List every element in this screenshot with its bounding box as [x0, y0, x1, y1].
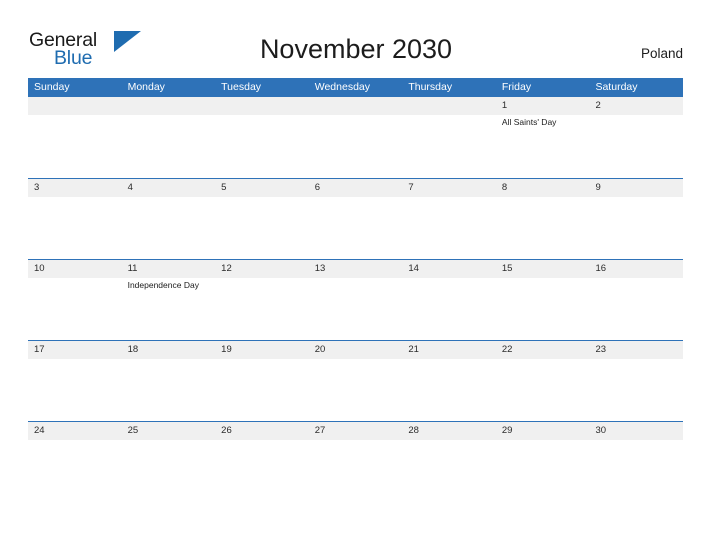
day-cell[interactable] — [589, 197, 683, 258]
day-number[interactable] — [215, 97, 309, 115]
day-cell[interactable] — [402, 115, 496, 176]
page-title: November 2030 — [259, 34, 453, 64]
day-cell[interactable] — [122, 197, 216, 258]
day-number[interactable]: 19 — [215, 341, 309, 359]
week-date-numbers: 3 4 5 6 7 8 9 — [28, 179, 683, 197]
day-number[interactable]: 23 — [589, 341, 683, 359]
day-cell[interactable] — [215, 197, 309, 258]
day-number[interactable]: 14 — [402, 260, 496, 278]
day-cell[interactable] — [122, 440, 216, 501]
calendar-grid: Sunday Monday Tuesday Wednesday Thursday… — [28, 78, 683, 502]
week-day-contents — [28, 440, 683, 501]
day-cell[interactable] — [28, 278, 122, 339]
day-cell[interactable] — [309, 278, 403, 339]
day-header-tuesday: Tuesday — [221, 81, 262, 93]
day-number[interactable] — [309, 97, 403, 115]
day-header-friday: Friday — [501, 81, 532, 93]
day-cell[interactable] — [28, 440, 122, 501]
day-cell[interactable] — [496, 197, 590, 258]
week-date-numbers: 17 18 19 20 21 22 23 — [28, 341, 683, 359]
day-number[interactable]: 12 — [215, 260, 309, 278]
day-number[interactable]: 22 — [496, 341, 590, 359]
day-cell-event[interactable]: Independence Day — [122, 278, 216, 339]
day-number[interactable]: 18 — [122, 341, 216, 359]
day-cell[interactable] — [215, 115, 309, 176]
day-cell[interactable] — [122, 359, 216, 420]
day-number[interactable]: 2 — [589, 97, 683, 115]
week-row: 3 4 5 6 7 8 9 — [28, 178, 683, 259]
region-label: Poland — [640, 46, 683, 61]
day-number[interactable]: 21 — [402, 341, 496, 359]
day-cell[interactable] — [402, 197, 496, 258]
day-cell-event[interactable]: All Saints' Day — [496, 115, 590, 176]
week-day-contents: All Saints' Day — [28, 115, 683, 176]
week-date-numbers: 24 25 26 27 28 29 30 — [28, 422, 683, 440]
day-cell[interactable] — [28, 359, 122, 420]
day-number[interactable]: 30 — [589, 422, 683, 440]
day-cell[interactable] — [215, 359, 309, 420]
week-date-numbers: 1 2 — [28, 97, 683, 115]
day-number[interactable]: 10 — [28, 260, 122, 278]
day-number[interactable]: 17 — [28, 341, 122, 359]
day-number[interactable]: 25 — [122, 422, 216, 440]
day-number[interactable]: 16 — [589, 260, 683, 278]
day-cell[interactable] — [589, 115, 683, 176]
day-number[interactable]: 8 — [496, 179, 590, 197]
week-date-numbers: 10 11 12 13 14 15 16 — [28, 260, 683, 278]
day-cell[interactable] — [589, 359, 683, 420]
week-row: 17 18 19 20 21 22 23 — [28, 340, 683, 421]
day-header-monday: Monday — [127, 81, 165, 93]
day-header-thursday: Thursday — [408, 81, 453, 93]
day-number[interactable]: 26 — [215, 422, 309, 440]
day-number[interactable]: 6 — [309, 179, 403, 197]
day-cell[interactable] — [309, 197, 403, 258]
day-number[interactable]: 13 — [309, 260, 403, 278]
day-cell[interactable] — [309, 440, 403, 501]
day-cell[interactable] — [589, 278, 683, 339]
day-cell[interactable] — [28, 115, 122, 176]
week-row: 1 2 All Saints' Day — [28, 97, 683, 178]
day-number[interactable]: 9 — [589, 179, 683, 197]
day-number[interactable]: 3 — [28, 179, 122, 197]
page-header: General Blue November 2030 Poland — [0, 0, 712, 74]
day-cell[interactable] — [309, 359, 403, 420]
day-cell[interactable] — [122, 115, 216, 176]
day-number[interactable]: 24 — [28, 422, 122, 440]
day-header-saturday: Saturday — [595, 81, 638, 93]
day-cell[interactable] — [309, 115, 403, 176]
day-header-sunday: Sunday — [34, 81, 70, 93]
day-number[interactable]: 5 — [215, 179, 309, 197]
day-number[interactable]: 7 — [402, 179, 496, 197]
day-number[interactable]: 27 — [309, 422, 403, 440]
day-number[interactable]: 4 — [122, 179, 216, 197]
day-cell[interactable] — [402, 440, 496, 501]
day-cell[interactable] — [496, 359, 590, 420]
week-day-contents: Independence Day — [28, 278, 683, 339]
day-number[interactable]: 11 — [122, 260, 216, 278]
week-day-contents — [28, 359, 683, 420]
day-cell[interactable] — [496, 278, 590, 339]
day-number[interactable] — [122, 97, 216, 115]
week-day-contents — [28, 197, 683, 258]
calendar-page: General Blue November 2030 Poland Sunday… — [0, 0, 712, 550]
day-cell[interactable] — [215, 278, 309, 339]
day-number[interactable] — [28, 97, 122, 115]
day-of-week-header-row: Sunday Monday Tuesday Wednesday Thursday… — [28, 78, 683, 97]
day-cell[interactable] — [402, 278, 496, 339]
day-cell[interactable] — [402, 359, 496, 420]
day-number[interactable]: 20 — [309, 341, 403, 359]
day-cell[interactable] — [589, 440, 683, 501]
day-number[interactable]: 1 — [496, 97, 590, 115]
day-number[interactable]: 28 — [402, 422, 496, 440]
day-number[interactable]: 15 — [496, 260, 590, 278]
day-cell[interactable] — [28, 197, 122, 258]
day-number[interactable]: 29 — [496, 422, 590, 440]
week-row: 24 25 26 27 28 29 30 — [28, 421, 683, 502]
day-header-wednesday: Wednesday — [314, 81, 370, 93]
day-cell[interactable] — [496, 440, 590, 501]
week-row: 10 11 12 13 14 15 16 Independence Day — [28, 259, 683, 340]
day-cell[interactable] — [215, 440, 309, 501]
day-number[interactable] — [402, 97, 496, 115]
